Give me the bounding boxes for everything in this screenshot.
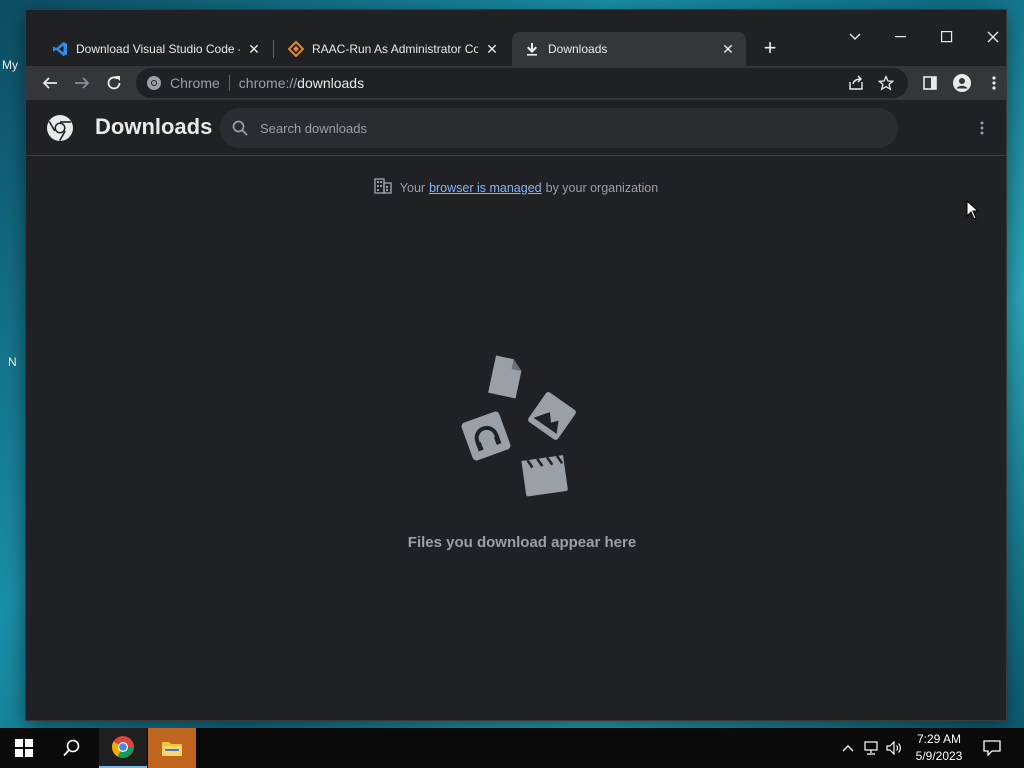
close-icon <box>987 31 999 43</box>
notification-icon <box>983 740 1001 756</box>
profile-avatar-icon <box>953 74 971 92</box>
managed-suffix: by your organization <box>545 180 659 195</box>
maximize-button[interactable] <box>924 24 970 50</box>
side-panel-icon <box>923 76 937 90</box>
mouse-cursor-icon <box>966 200 980 220</box>
taskbar-file-explorer[interactable] <box>148 728 196 768</box>
browser-managed-link[interactable]: browser is managed <box>429 181 542 195</box>
side-panel-button[interactable] <box>915 68 945 98</box>
tab-title: RAAC-Run As Administrator Con <box>312 42 478 56</box>
site-label: Chrome <box>170 75 220 91</box>
volume-button[interactable] <box>884 738 904 758</box>
downloads-page: Downloads Your browser is managed by you… <box>26 100 1006 720</box>
chrome-logo-icon <box>47 115 73 141</box>
headphones-icon <box>461 411 511 461</box>
url-scheme: chrome:// <box>238 75 298 91</box>
url-host: downloads <box>297 75 365 91</box>
document-icon <box>488 355 522 399</box>
speaker-icon <box>886 741 901 755</box>
downloads-menu-button[interactable] <box>970 116 994 140</box>
vscode-icon <box>52 41 68 57</box>
empty-downloads-illustration-icon <box>461 355 576 497</box>
action-center-button[interactable] <box>982 738 1002 758</box>
maximize-icon <box>941 31 953 43</box>
tab-search-button[interactable] <box>832 24 878 50</box>
tab-title: Downloads <box>548 42 608 56</box>
folder-icon <box>162 742 182 756</box>
managed-notice: Your browser is managed by your organiza… <box>26 178 1006 197</box>
close-tab-icon[interactable]: ✕ <box>720 41 736 57</box>
chrome-site-icon <box>146 75 162 91</box>
network-icon <box>864 741 878 755</box>
back-button[interactable] <box>35 68 65 98</box>
close-tab-icon[interactable]: ✕ <box>484 41 500 57</box>
chrome-menu-button[interactable] <box>979 68 1009 98</box>
search-icon <box>63 739 80 757</box>
desktop-icon-label[interactable]: My <box>2 58 18 72</box>
chevron-down-icon <box>849 33 861 40</box>
address-bar[interactable]: Chrome chrome://downloads <box>136 68 908 98</box>
taskbar-search-button[interactable] <box>48 728 96 768</box>
omnibox-divider <box>228 75 230 91</box>
tab-downloads[interactable]: Downloads ✕ <box>512 32 746 66</box>
new-tab-button[interactable]: + <box>758 35 782 60</box>
reload-icon <box>107 76 121 90</box>
clock-time: 7:29 AM <box>916 732 962 746</box>
raac-icon <box>288 41 304 57</box>
chrome-window: Download Visual Studio Code - M ✕ RAAC-R… <box>26 10 1006 720</box>
downloads-header: Downloads <box>26 100 1006 156</box>
network-button[interactable] <box>861 738 881 758</box>
search-icon <box>232 120 248 136</box>
taskbar-clock[interactable]: 7:29 AM 5/9/2023 <box>904 731 974 765</box>
close-window-button[interactable] <box>970 24 1016 50</box>
windows-logo-icon <box>15 739 33 757</box>
browser-toolbar: Chrome chrome://downloads <box>26 66 1006 100</box>
chevron-up-icon <box>842 745 854 752</box>
close-tab-icon[interactable]: ✕ <box>246 41 262 57</box>
search-box[interactable] <box>220 108 898 148</box>
tab-raac[interactable]: RAAC-Run As Administrator Con ✕ <box>276 32 510 66</box>
tab-title: Download Visual Studio Code - M <box>76 42 240 56</box>
tab-vscode[interactable]: Download Visual Studio Code - M ✕ <box>40 32 272 66</box>
show-hidden-icons-button[interactable] <box>838 738 858 758</box>
search-input[interactable] <box>260 120 820 136</box>
bookmark-star-icon[interactable] <box>878 75 894 91</box>
clapperboard-icon <box>521 455 568 497</box>
desktop-icon-label[interactable]: N <box>8 355 17 369</box>
chrome-icon <box>112 736 134 758</box>
profile-button[interactable] <box>947 68 977 98</box>
empty-state-message: Files you download appear here <box>407 534 637 551</box>
more-vertical-icon <box>992 76 996 90</box>
forward-button[interactable] <box>67 68 97 98</box>
clock-date: 5/9/2023 <box>915 749 963 763</box>
minimize-button[interactable] <box>878 24 924 50</box>
managed-prefix: Your <box>399 180 426 195</box>
download-icon <box>524 41 540 57</box>
image-icon <box>528 392 576 440</box>
start-button[interactable] <box>0 728 48 768</box>
arrow-right-icon <box>75 77 90 89</box>
reload-button[interactable] <box>99 68 129 98</box>
more-vertical-icon <box>980 121 984 135</box>
share-icon[interactable] <box>848 75 864 91</box>
tab-separator <box>273 40 274 58</box>
arrow-left-icon <box>42 77 57 89</box>
page-title: Downloads <box>95 114 213 139</box>
minimize-icon <box>895 36 906 38</box>
tab-strip: Download Visual Studio Code - M ✕ RAAC-R… <box>26 10 1006 66</box>
taskbar: 7:29 AM 5/9/2023 <box>0 728 1024 768</box>
building-icon <box>374 178 392 197</box>
url-text[interactable]: chrome://downloads <box>239 75 364 91</box>
taskbar-chrome[interactable] <box>99 728 147 768</box>
